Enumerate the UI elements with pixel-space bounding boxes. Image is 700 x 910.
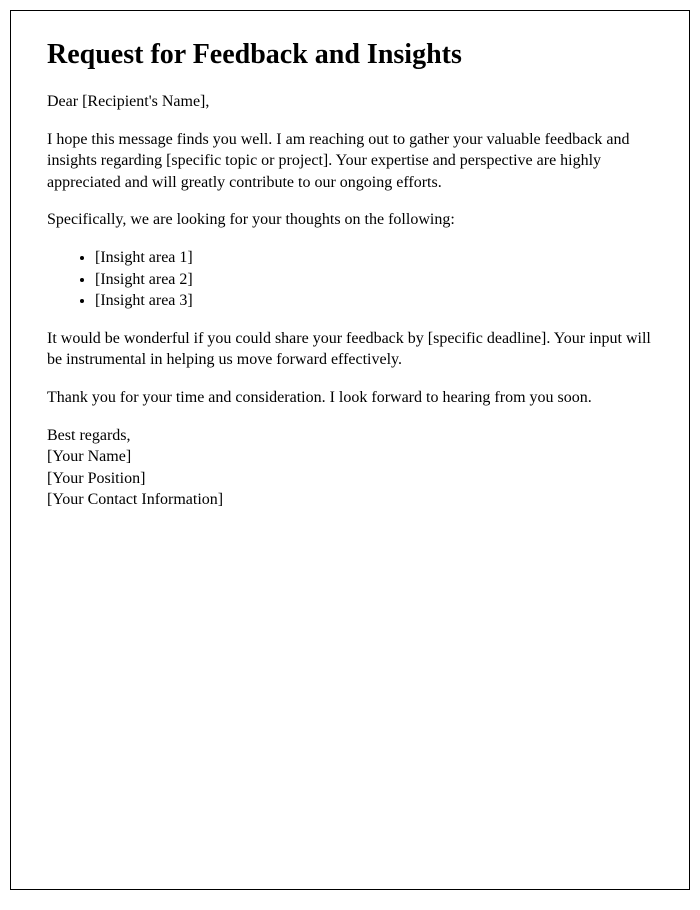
insight-list: [Insight area 1] [Insight area 2] [Insig… bbox=[47, 247, 653, 312]
thanks-paragraph: Thank you for your time and consideratio… bbox=[47, 387, 653, 409]
insight-item: [Insight area 2] bbox=[95, 269, 653, 291]
signature-contact: [Your Contact Information] bbox=[47, 489, 653, 511]
lead-in-paragraph: Specifically, we are looking for your th… bbox=[47, 209, 653, 231]
document-page: Request for Feedback and Insights Dear [… bbox=[10, 10, 690, 890]
intro-paragraph: I hope this message finds you well. I am… bbox=[47, 129, 653, 194]
signature-name: [Your Name] bbox=[47, 446, 653, 468]
document-title: Request for Feedback and Insights bbox=[47, 39, 653, 71]
signature-block: Best regards, [Your Name] [Your Position… bbox=[47, 425, 653, 511]
deadline-paragraph: It would be wonderful if you could share… bbox=[47, 328, 653, 371]
closing-line: Best regards, bbox=[47, 425, 653, 447]
salutation: Dear [Recipient's Name], bbox=[47, 91, 653, 113]
insight-item: [Insight area 1] bbox=[95, 247, 653, 269]
signature-position: [Your Position] bbox=[47, 468, 653, 490]
insight-item: [Insight area 3] bbox=[95, 290, 653, 312]
